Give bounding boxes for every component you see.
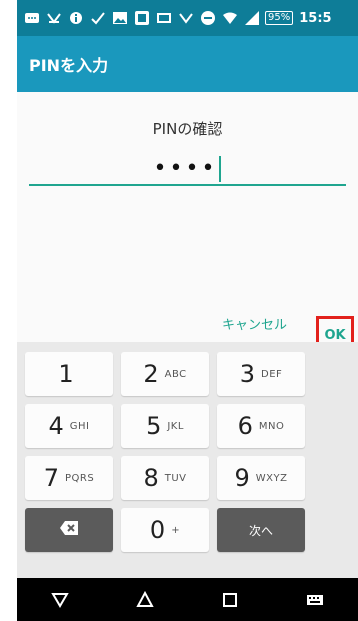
key-3[interactable]: 3 DEF (217, 352, 305, 396)
key-4[interactable]: 4 GHI (25, 404, 113, 448)
pin-input[interactable]: •••• (29, 154, 346, 186)
keypad-row: 7 PQRS 8 TUV 9 WXYZ (25, 456, 350, 500)
key-5[interactable]: 5 JKL (121, 404, 209, 448)
phone-screen: 95% 15:5 PINを入力 PINの確認 •••• キャンセル OK 1 2… (17, 0, 358, 621)
dialog-title: PINの確認 (152, 120, 223, 138)
pin-dialog: PINの確認 •••• キャンセル OK (17, 92, 358, 354)
app-icon (133, 9, 151, 27)
signal-icon (243, 9, 261, 27)
next-key[interactable]: 次へ (217, 508, 305, 552)
home-icon[interactable] (133, 588, 157, 612)
clock: 15:5 (299, 10, 332, 26)
key-1[interactable]: 1 (25, 352, 113, 396)
dnd-icon (199, 9, 217, 27)
next-key-label: 次へ (248, 523, 273, 538)
status-icons (23, 9, 261, 27)
wifi-icon (221, 9, 239, 27)
app-icon (177, 9, 195, 27)
battery-indicator: 95% (265, 11, 294, 25)
key-8[interactable]: 8 TUV (121, 456, 209, 500)
key-0[interactable]: 0 + (121, 508, 209, 552)
cancel-button[interactable]: キャンセル (222, 314, 287, 333)
key-6[interactable]: 6 MNO (217, 404, 305, 448)
keypad-row: 0 + 次へ (25, 508, 350, 552)
info-icon (67, 9, 85, 27)
text-cursor (219, 156, 222, 182)
navigation-bar (17, 578, 358, 621)
recents-icon[interactable] (218, 588, 242, 612)
backspace-icon (59, 520, 79, 540)
app-bar: PINを入力 (17, 36, 358, 92)
key-2[interactable]: 2 ABC (121, 352, 209, 396)
app-icon (45, 9, 63, 27)
check-icon (89, 9, 107, 27)
message-icon (23, 9, 41, 27)
pin-value: •••• (153, 156, 218, 181)
ok-button-label: OK (324, 327, 346, 343)
keypad-row: 1 2 ABC 3 DEF (25, 352, 350, 396)
back-icon[interactable] (48, 588, 72, 612)
image-icon (155, 9, 173, 27)
backspace-key[interactable] (25, 508, 113, 552)
image-icon (111, 9, 129, 27)
keyboard-icon[interactable] (303, 588, 327, 612)
app-bar-title: PINを入力 (29, 56, 109, 75)
key-7[interactable]: 7 PQRS (25, 456, 113, 500)
status-bar: 95% 15:5 (17, 0, 358, 36)
keypad-row: 4 GHI 5 JKL 6 MNO (25, 404, 350, 448)
key-9[interactable]: 9 WXYZ (217, 456, 305, 500)
numeric-keypad: 1 2 ABC 3 DEF 4 GHI 5 JKL 6 MNO 7 PQRS 8… (17, 342, 358, 578)
